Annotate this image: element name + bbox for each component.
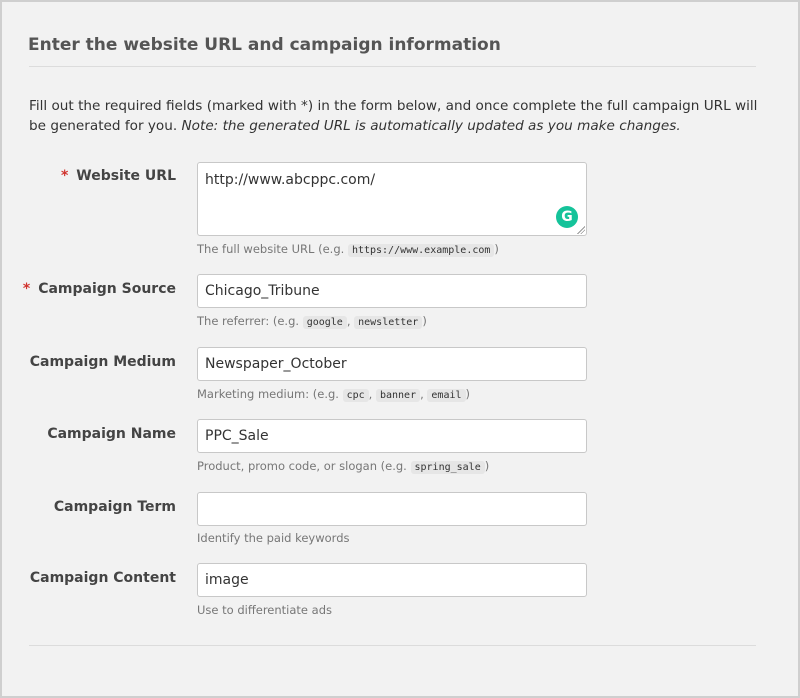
campaign-term-input[interactable] [197, 492, 587, 526]
campaign-content-input[interactable]: image [197, 563, 587, 597]
required-marker: * [60, 168, 69, 184]
example-code: google [302, 316, 347, 329]
intro-note: Note: the generated URL is automatically… [181, 118, 681, 134]
resize-handle[interactable] [577, 226, 585, 234]
campaign-medium-label: Campaign Medium [29, 354, 176, 370]
intro-text: Fill out the required fields (marked wit… [29, 96, 759, 136]
example-code: https://www.example.com [347, 244, 495, 257]
campaign-medium-help: Marketing medium: (e.g. cpc, banner, ema… [197, 387, 471, 402]
campaign-source-help: The referrer: (e.g. google, newsletter) [197, 314, 427, 329]
website-url-value: http://www.abcppc.com/ [205, 172, 376, 188]
example-code: newsletter [354, 316, 423, 329]
bottom-divider [29, 645, 756, 646]
website-url-input[interactable]: http://www.abcppc.com/ G [197, 162, 587, 236]
campaign-term-label: Campaign Term [53, 499, 176, 515]
campaign-medium-input[interactable]: Newspaper_October [197, 347, 587, 381]
example-code: banner [375, 389, 421, 402]
campaign-name-help: Product, promo code, or slogan (e.g. spr… [197, 459, 490, 474]
campaign-name-input[interactable]: PPC_Sale [197, 419, 587, 453]
website-url-help: The full website URL (e.g. https://www.e… [197, 242, 499, 257]
campaign-content-label: Campaign Content [29, 570, 176, 586]
campaign-term-help: Identify the paid keywords [197, 531, 350, 545]
example-code: cpc [342, 389, 369, 402]
title-divider [29, 66, 756, 67]
campaign-form-panel: Enter the website URL and campaign infor… [0, 0, 800, 698]
required-marker: * [22, 281, 31, 297]
example-code: email [427, 389, 466, 402]
campaign-content-help: Use to differentiate ads [197, 603, 333, 617]
campaign-name-label: Campaign Name [47, 426, 176, 442]
section-title: Enter the website URL and campaign infor… [28, 35, 501, 55]
grammarly-icon[interactable]: G [556, 206, 578, 228]
example-code: spring_sale [410, 461, 485, 474]
campaign-source-label: * Campaign Source [22, 281, 176, 297]
campaign-source-input[interactable]: Chicago_Tribune [197, 274, 587, 308]
website-url-label: * Website URL [60, 168, 176, 184]
